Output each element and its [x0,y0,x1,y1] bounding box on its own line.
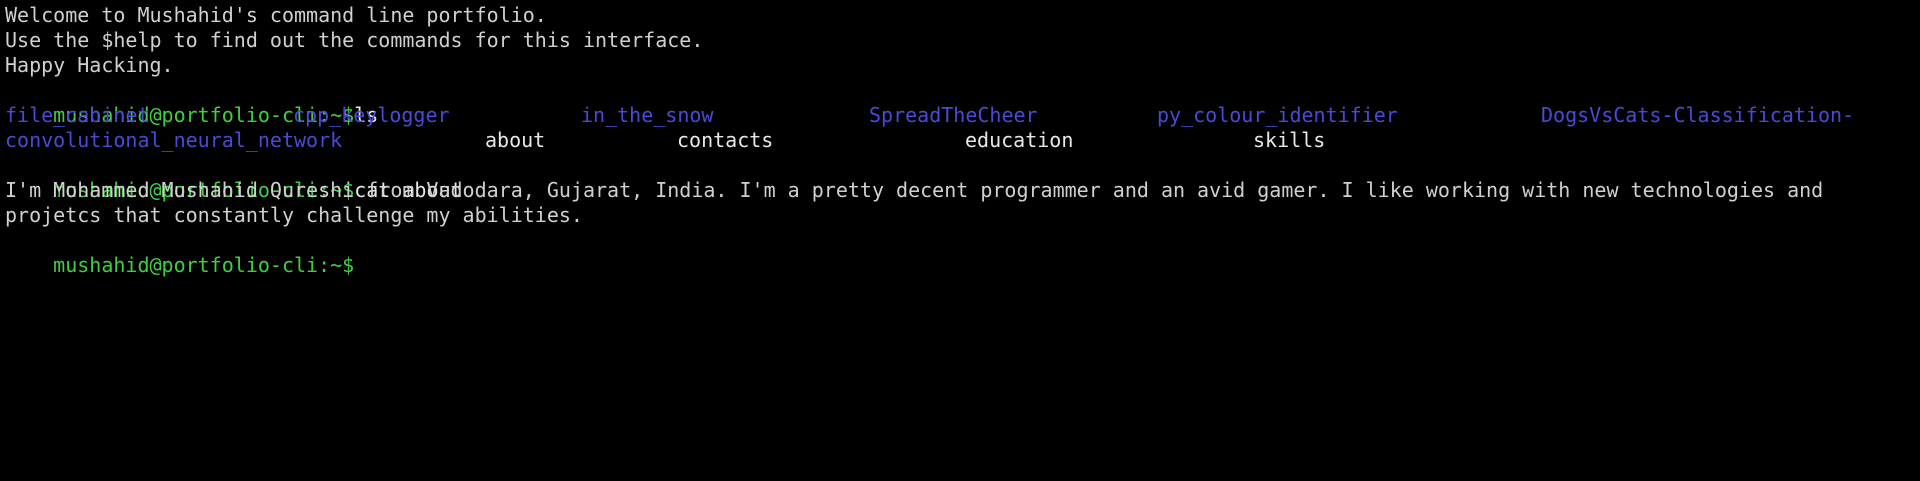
ls-entry-dir[interactable]: cpp_keylogger [293,103,450,128]
ls-entry-dir[interactable]: DogsVsCats-Classification- [1541,103,1854,128]
prompt-text: mushahid@portfolio-cli:~$ [53,253,355,277]
welcome-line-3: Happy Hacking. [5,53,174,77]
ls-entry-file: skills [1253,128,1326,152]
ls-entry-dir[interactable]: SpreadTheCheer [869,103,1038,128]
ls-entry-file: about [485,128,546,152]
welcome-line-2: Use the $help to find out the commands f… [5,28,704,52]
terminal-window[interactable]: Welcome to Mushahid's command line portf… [0,0,1920,481]
prompt-line-cat: mushahid@portfolio-cli:~$cat about [5,153,1915,202]
ls-entry-dir[interactable]: convolutional_neural_network [5,128,342,153]
ls-output: file_cabinet cpp_keylogger in_the_snow S… [5,103,1915,153]
about-output: I'm Mohammed Mushahid Qureshi from Vadod… [5,178,1824,227]
prompt-line-ls: mushahid@portfolio-cli:~$ls [5,78,1915,127]
ls-entry-dir[interactable]: file_cabinet [5,103,150,128]
ls-entry-file: education [965,128,1074,152]
ls-entry-file: contacts [677,128,774,152]
welcome-line-1: Welcome to Mushahid's command line portf… [5,3,547,27]
ls-entry-dir[interactable]: py_colour_identifier [1157,103,1398,128]
ls-entry-dir[interactable]: in_the_snow [581,103,713,128]
prompt-line-current: mushahid@portfolio-cli:~$ [5,228,1915,277]
